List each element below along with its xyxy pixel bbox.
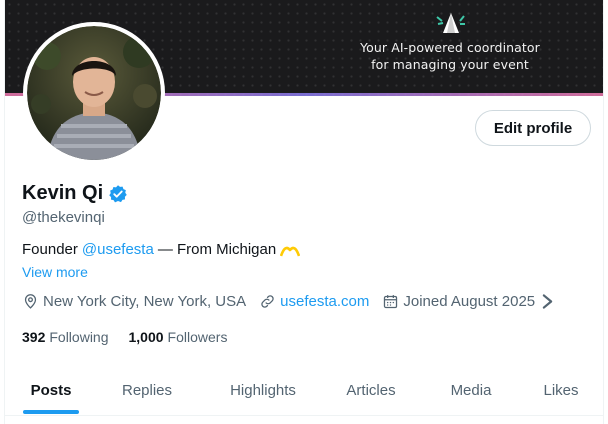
joined-item[interactable]: Joined August 2025 — [382, 293, 560, 310]
calendar-icon — [384, 295, 398, 309]
joined-text: Joined August 2025 — [403, 293, 536, 310]
banner-tagline-line2: for managing your event — [371, 57, 529, 72]
festa-logo-icon — [436, 13, 465, 33]
user-handle: @thekevinqi — [22, 209, 105, 226]
tab-posts[interactable]: Posts — [5, 364, 97, 416]
tab-media[interactable]: Media — [425, 364, 517, 416]
tab-highlights[interactable]: Highlights — [209, 364, 317, 416]
bio-prefix: Founder — [22, 241, 78, 258]
edit-profile-button[interactable]: Edit profile — [475, 110, 591, 146]
location-item: New York City, New York, USA — [22, 293, 246, 310]
michigan-arches-icon — [280, 246, 301, 256]
followers-label: Followers — [167, 329, 228, 345]
verified-badge-icon[interactable] — [108, 184, 128, 204]
following-label: Following — [49, 329, 109, 345]
tab-articles[interactable]: Articles — [325, 364, 417, 416]
tab-replies[interactable]: Replies — [101, 364, 193, 416]
view-more-link[interactable]: View more — [22, 264, 88, 280]
location-text: New York City, New York, USA — [43, 293, 247, 310]
active-tab-indicator — [23, 410, 79, 414]
avatar[interactable] — [23, 22, 165, 164]
follow-stats: 392 Following 1,000 Followers — [22, 329, 247, 345]
bio: Founder @usefesta — From Michigan — [22, 241, 301, 258]
display-name: Kevin Qi — [22, 182, 104, 204]
followers-count: 1,000 — [128, 329, 164, 345]
name-row: Kevin Qi — [22, 182, 128, 205]
followers-link[interactable]: 1,000 Followers — [129, 329, 228, 345]
website-item[interactable]: usefesta.com — [259, 293, 369, 310]
bio-mention-link[interactable]: @usefesta — [82, 241, 154, 258]
avatar-photo — [27, 26, 161, 160]
chevron-right-icon — [542, 294, 553, 309]
link-icon — [261, 295, 274, 308]
profile-tabs: Posts Replies Highlights Articles Media … — [5, 364, 603, 416]
bio-suffix: — From Michigan — [157, 241, 277, 258]
banner-tagline-line1: Your AI-powered coordinator — [360, 40, 540, 55]
profile-page: Your AI-powered coordinator for managing… — [4, 0, 604, 424]
profile-meta: New York City, New York, USA usefesta.co… — [22, 293, 573, 310]
location-pin-icon — [24, 294, 37, 309]
tab-likes[interactable]: Likes — [519, 364, 603, 416]
website-link[interactable]: usefesta.com — [280, 293, 369, 310]
following-count: 392 — [22, 329, 46, 345]
following-link[interactable]: 392 Following — [22, 329, 109, 345]
